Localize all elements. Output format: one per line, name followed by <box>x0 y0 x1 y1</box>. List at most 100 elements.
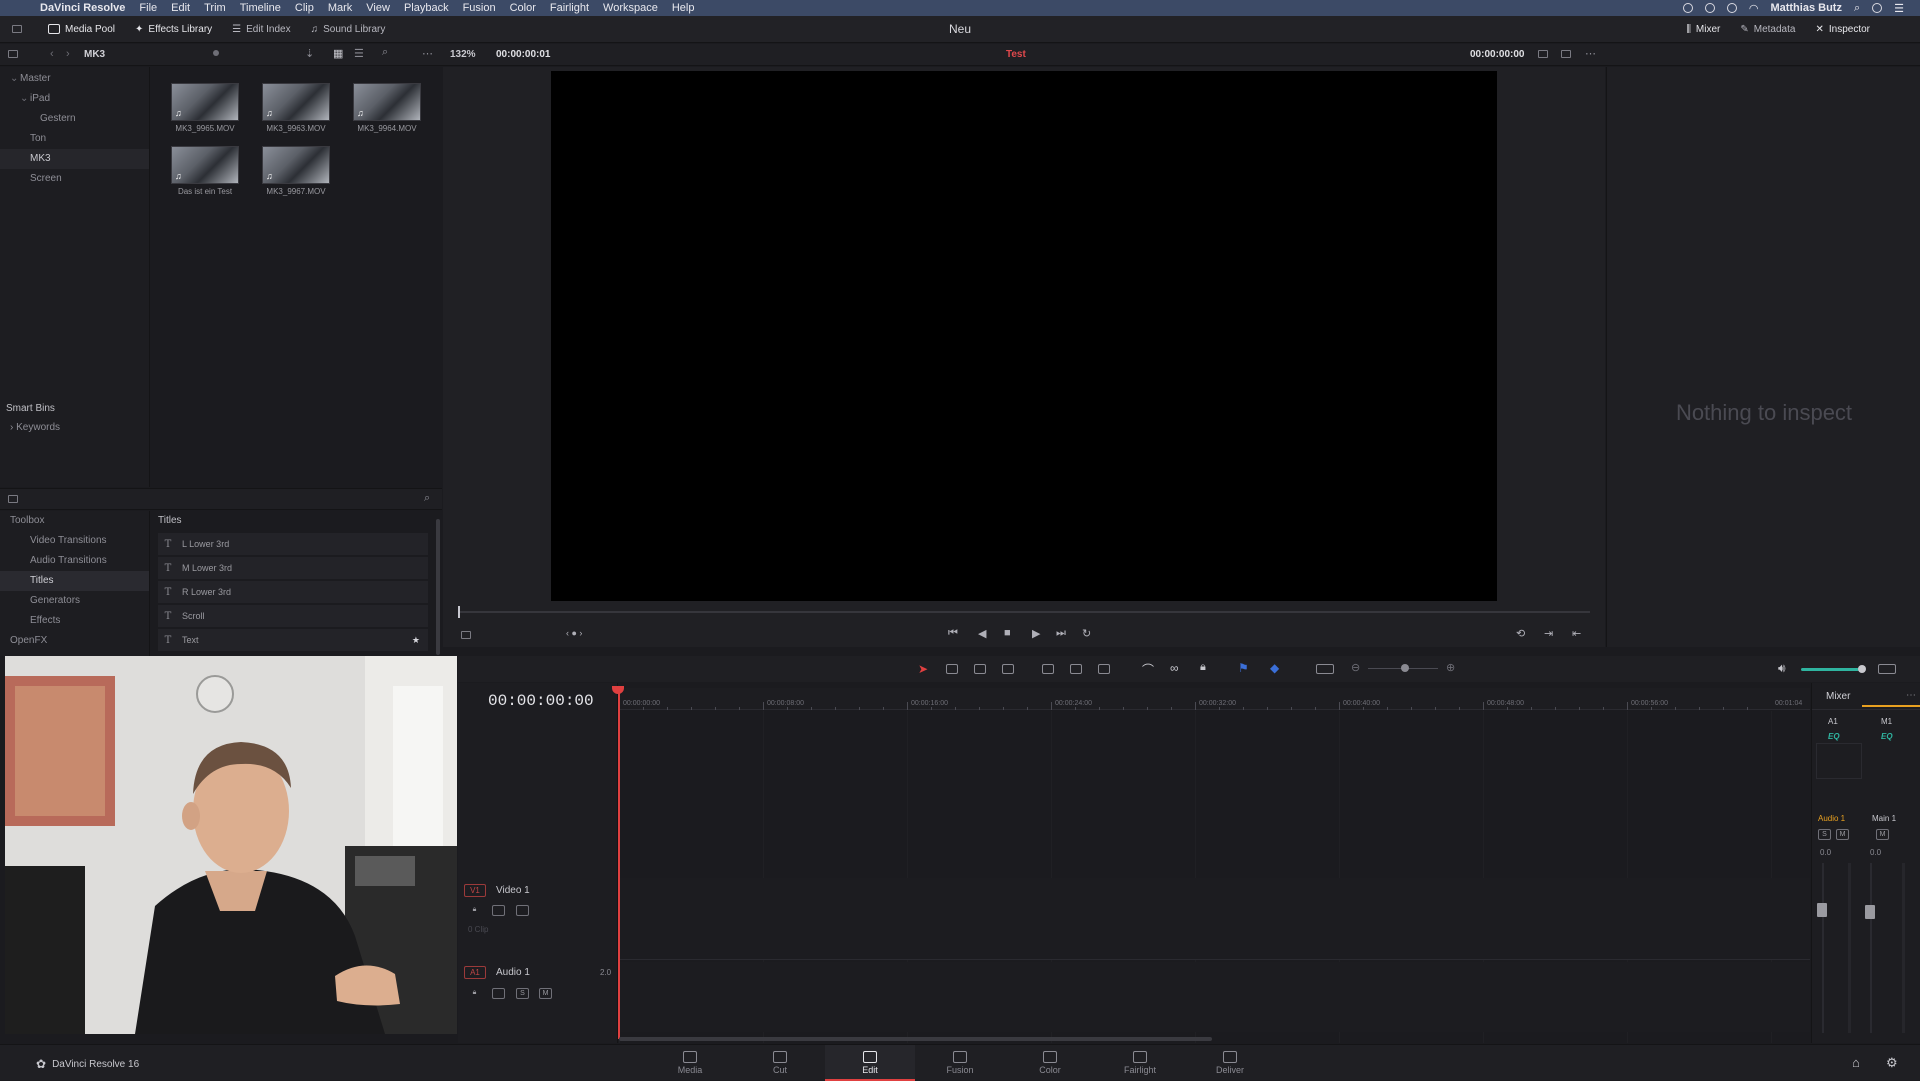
skip-to-start-icon[interactable]: ⏮ <box>948 627 958 640</box>
home-icon[interactable]: ⌂ <box>1852 1055 1860 1070</box>
cloud-icon[interactable] <box>1704 3 1715 13</box>
disclosure-arrow-icon[interactable]: ⌄ <box>10 69 20 89</box>
mixer-options-icon[interactable]: ⋯ <box>1906 690 1916 701</box>
screen-record-icon[interactable] <box>1682 3 1693 13</box>
effects-scrollbar[interactable] <box>436 519 440 655</box>
overlay-icon[interactable] <box>1538 50 1548 58</box>
timeline-ruler[interactable]: 00:00:00:00 00:00:08:00 00:00:16:00 00:00:2… <box>619 688 1810 710</box>
auto-select-icon[interactable] <box>492 905 505 916</box>
workspace-layout-icon[interactable] <box>12 25 22 33</box>
media-clip[interactable]: ♫ MK3_9963.MOV <box>260 83 332 133</box>
playhead[interactable] <box>618 689 620 1039</box>
bin-item[interactable]: Ton <box>0 129 149 149</box>
media-clip[interactable]: ♫ MK3_9965.MOV <box>169 83 241 133</box>
thumbnail-view-icon[interactable]: ▦ <box>333 47 343 60</box>
auto-select-icon[interactable] <box>492 988 505 999</box>
bin-item[interactable]: Gestern <box>0 109 149 129</box>
page-tab-deliver[interactable]: Deliver <box>1185 1045 1275 1081</box>
timeline-timecode-large[interactable]: 00:00:00:00 <box>488 692 594 710</box>
sort-icon[interactable]: ⇣ <box>305 47 314 60</box>
toolbox-item[interactable]: Video Transitions <box>0 531 149 551</box>
viewer-zoom[interactable]: 132% <box>450 49 476 60</box>
toolbox-item[interactable]: OpenFX <box>0 631 149 651</box>
media-clip[interactable]: ♫ MK3_9967.MOV <box>260 146 332 196</box>
jog-control[interactable]: ‹ ● › <box>566 628 582 638</box>
solo-button[interactable]: S <box>516 988 529 999</box>
mixer-mute-m1[interactable]: M <box>1876 829 1889 840</box>
zoom-in-icon[interactable]: ⊕ <box>1446 661 1455 674</box>
menu-item[interactable]: Trim <box>204 2 226 14</box>
step-back-icon[interactable]: ◀ <box>978 627 986 640</box>
page-tab-color[interactable]: Color <box>1005 1045 1095 1081</box>
overwrite-clip-icon[interactable] <box>1070 664 1082 674</box>
play-icon[interactable]: ▶ <box>1032 627 1040 640</box>
mixer-mute-a1[interactable]: M <box>1836 829 1849 840</box>
blade-tool-icon[interactable] <box>1002 664 1014 674</box>
timeline-horizontal-scrollbar[interactable] <box>619 1037 1212 1041</box>
user-name[interactable]: Matthias Butz <box>1770 2 1842 14</box>
list-view-icon[interactable]: ☰ <box>354 47 364 60</box>
media-clip[interactable]: ♫ Das ist ein Test <box>169 146 241 196</box>
panel-toggle-icon[interactable] <box>8 50 18 58</box>
title-item[interactable]: T Scroll <box>158 605 428 627</box>
audio-track-1-lane[interactable] <box>619 962 1810 1032</box>
menu-item[interactable]: Fairlight <box>550 2 589 14</box>
metadata-button[interactable]: ✎ Metadata <box>1730 16 1805 43</box>
toolbox-item[interactable]: Effects <box>0 611 149 631</box>
settings-icon[interactable]: ⚙ <box>1886 1055 1898 1071</box>
notification-center-icon[interactable]: ☰ <box>1894 2 1904 15</box>
viewer-scrub-bar[interactable] <box>458 611 1590 613</box>
linked-selection-icon[interactable]: ∞ <box>1170 661 1179 675</box>
track-tag-v1[interactable]: V1 <box>464 884 486 897</box>
wifi-icon[interactable]: ◠ <box>1749 2 1759 15</box>
video-track-1-lane[interactable] <box>619 878 1810 960</box>
time-machine-icon[interactable] <box>1726 3 1737 13</box>
marker-icon[interactable]: ◆ <box>1270 661 1279 675</box>
eq-button-a1[interactable]: EQ <box>1828 732 1840 741</box>
mute-button[interactable]: M <box>539 988 552 999</box>
track-visibility-icon[interactable] <box>516 905 529 916</box>
media-pool-button[interactable]: Media Pool <box>38 16 125 43</box>
bin-item[interactable]: MK3 <box>0 149 149 169</box>
menu-item[interactable]: Edit <box>171 2 190 14</box>
menu-item[interactable]: Help <box>672 2 695 14</box>
menu-item[interactable]: File <box>139 2 157 14</box>
toolbox-item[interactable]: Toolbox <box>0 511 149 531</box>
insert-clip-icon[interactable] <box>1042 664 1054 674</box>
menu-item[interactable]: View <box>366 2 390 14</box>
bin-item[interactable]: ⌄ iPad <box>0 89 149 109</box>
skip-to-end-icon[interactable]: ⏭ <box>1056 627 1066 640</box>
spotlight-icon[interactable]: ⌕ <box>1854 2 1860 15</box>
favorite-star-icon[interactable]: ★ <box>412 635 420 646</box>
media-clip[interactable]: ♫ MK3_9964.MOV <box>351 83 423 133</box>
stop-icon[interactable]: ■ <box>1004 627 1011 639</box>
mark-out-icon[interactable]: ⇤ <box>1572 627 1581 640</box>
menu-item[interactable]: Fusion <box>463 2 496 14</box>
bin-item[interactable]: ⌄ Master <box>0 69 149 89</box>
dim-button-icon[interactable] <box>1878 664 1896 674</box>
track-lock-icon[interactable]: 🔒︎ <box>468 905 481 916</box>
disclosure-arrow-icon[interactable]: ⌄ <box>20 89 30 109</box>
title-item[interactable]: T L Lower 3rd <box>158 533 428 555</box>
toolbox-item[interactable]: Audio Transitions <box>0 551 149 571</box>
menu-item[interactable]: Workspace <box>603 2 658 14</box>
match-frame-icon[interactable]: ⟲ <box>1516 627 1525 640</box>
timeline-viewer[interactable] <box>551 71 1497 601</box>
page-tab-cut[interactable]: Cut <box>735 1045 825 1081</box>
menu-item[interactable]: Playback <box>404 2 449 14</box>
edit-index-button[interactable]: ☰ Edit Index <box>222 16 300 43</box>
menu-item[interactable]: Color <box>510 2 536 14</box>
bin-item[interactable]: Screen <box>0 169 149 189</box>
zoom-slider-handle[interactable] <box>1401 664 1409 672</box>
search-icon[interactable]: ⌕ <box>382 46 388 59</box>
mixer-solo-a1[interactable]: S <box>1818 829 1831 840</box>
panel-toggle-icon[interactable] <box>8 495 18 503</box>
viewer-layout-icon[interactable] <box>1561 50 1571 58</box>
forward-arrow-icon[interactable]: › <box>66 48 70 60</box>
menu-item[interactable]: Mark <box>328 2 352 14</box>
toolbox-item[interactable]: Titles <box>0 571 149 591</box>
page-tab-media[interactable]: Media <box>645 1045 735 1081</box>
more-options-icon[interactable]: ⋯ <box>422 47 433 60</box>
fader-a1[interactable] <box>1817 903 1827 917</box>
menu-item[interactable]: Clip <box>295 2 314 14</box>
